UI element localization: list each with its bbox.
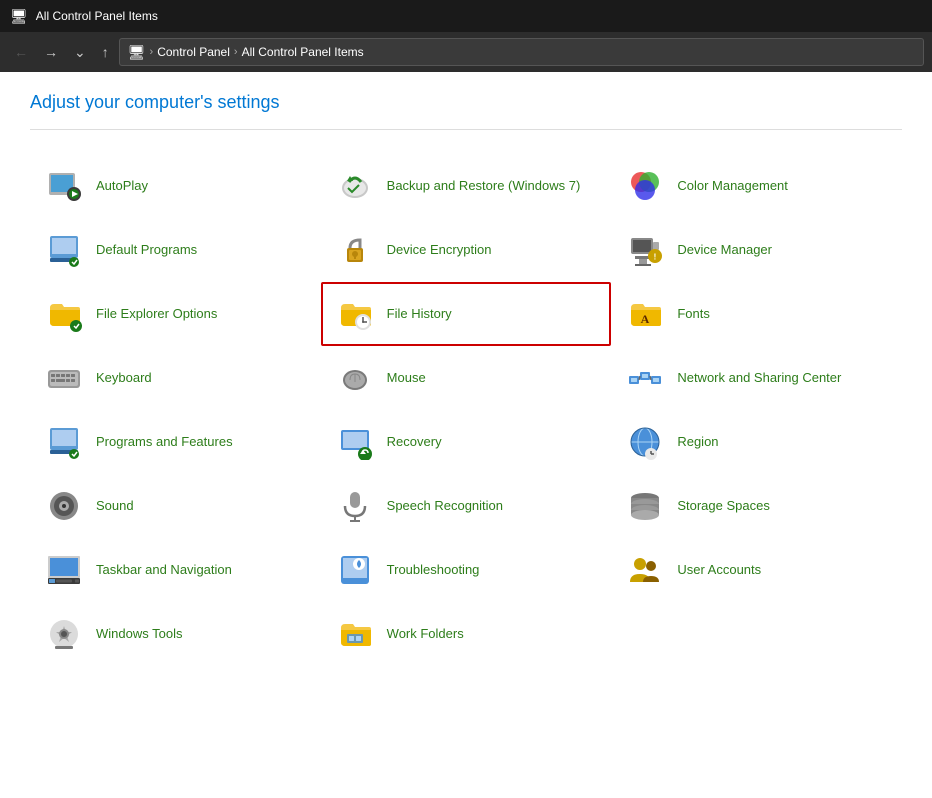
breadcrumb[interactable]: 🖥 › Control Panel › All Control Panel It… bbox=[119, 38, 924, 66]
device-encryption-label: Device Encryption bbox=[387, 242, 492, 259]
item-troubleshooting[interactable]: Troubleshooting bbox=[321, 538, 612, 602]
item-sound[interactable]: Sound bbox=[30, 474, 321, 538]
item-color-management[interactable]: Color Management bbox=[611, 154, 902, 218]
device-manager-label: Device Manager bbox=[677, 242, 772, 259]
work-folders-label: Work Folders bbox=[387, 626, 464, 643]
region-label: Region bbox=[677, 434, 718, 451]
recovery-label: Recovery bbox=[387, 434, 442, 451]
troubleshooting-label: Troubleshooting bbox=[387, 562, 480, 579]
taskbar-navigation-icon bbox=[44, 550, 84, 590]
network-sharing-label: Network and Sharing Center bbox=[677, 370, 841, 387]
mouse-icon bbox=[335, 358, 375, 398]
keyboard-icon bbox=[44, 358, 84, 398]
item-device-encryption[interactable]: Device Encryption bbox=[321, 218, 612, 282]
troubleshooting-icon bbox=[335, 550, 375, 590]
item-network-sharing[interactable]: Network and Sharing Center bbox=[611, 346, 902, 410]
breadcrumb-control-panel[interactable]: Control Panel bbox=[157, 45, 230, 59]
autoplay-label: AutoPlay bbox=[96, 178, 148, 195]
item-backup-restore[interactable]: Backup and Restore (Windows 7) bbox=[321, 154, 612, 218]
work-folders-icon bbox=[335, 614, 375, 654]
item-taskbar-navigation[interactable]: Taskbar and Navigation bbox=[30, 538, 321, 602]
item-autoplay[interactable]: AutoPlay bbox=[30, 154, 321, 218]
recovery-icon bbox=[335, 422, 375, 462]
item-windows-tools[interactable]: Windows Tools bbox=[30, 602, 321, 666]
file-explorer-options-icon bbox=[44, 294, 84, 334]
autoplay-icon bbox=[44, 166, 84, 206]
speech-recognition-icon bbox=[335, 486, 375, 526]
divider bbox=[30, 129, 902, 130]
network-sharing-icon bbox=[625, 358, 665, 398]
default-programs-icon bbox=[44, 230, 84, 270]
file-history-icon bbox=[335, 294, 375, 334]
item-region[interactable]: Region bbox=[611, 410, 902, 474]
item-mouse[interactable]: Mouse bbox=[321, 346, 612, 410]
windows-tools-icon bbox=[44, 614, 84, 654]
up-button[interactable]: ↑ bbox=[96, 40, 115, 64]
item-recovery[interactable]: Recovery bbox=[321, 410, 612, 474]
windows-tools-label: Windows Tools bbox=[96, 626, 182, 643]
breadcrumb-icon: 🖥 bbox=[128, 44, 146, 61]
sound-icon bbox=[44, 486, 84, 526]
sound-label: Sound bbox=[96, 498, 134, 515]
title-bar-title: All Control Panel Items bbox=[36, 9, 158, 23]
back-button[interactable]: ← bbox=[8, 40, 34, 64]
item-fonts[interactable]: A Fonts bbox=[611, 282, 902, 346]
main-content: Adjust your computer's settings AutoPlay bbox=[0, 72, 932, 686]
speech-recognition-label: Speech Recognition bbox=[387, 498, 503, 515]
file-history-label: File History bbox=[387, 306, 452, 323]
device-encryption-icon bbox=[335, 230, 375, 270]
mouse-label: Mouse bbox=[387, 370, 426, 387]
item-user-accounts[interactable]: User Accounts bbox=[611, 538, 902, 602]
user-accounts-icon bbox=[625, 550, 665, 590]
device-manager-icon: ! bbox=[625, 230, 665, 270]
default-programs-label: Default Programs bbox=[96, 242, 197, 259]
item-programs-features[interactable]: Programs and Features bbox=[30, 410, 321, 474]
backup-restore-icon bbox=[335, 166, 375, 206]
backup-restore-label: Backup and Restore (Windows 7) bbox=[387, 178, 581, 195]
programs-features-label: Programs and Features bbox=[96, 434, 233, 451]
file-explorer-options-label: File Explorer Options bbox=[96, 306, 217, 323]
forward-button[interactable]: → bbox=[38, 40, 64, 64]
color-management-label: Color Management bbox=[677, 178, 788, 195]
storage-spaces-icon bbox=[625, 486, 665, 526]
color-management-icon bbox=[625, 166, 665, 206]
fonts-label: Fonts bbox=[677, 306, 710, 323]
keyboard-label: Keyboard bbox=[96, 370, 152, 387]
item-file-explorer-options[interactable]: File Explorer Options bbox=[30, 282, 321, 346]
svg-text:!: ! bbox=[654, 253, 657, 262]
item-speech-recognition[interactable]: Speech Recognition bbox=[321, 474, 612, 538]
fonts-icon: A bbox=[625, 294, 665, 334]
item-storage-spaces[interactable]: Storage Spaces bbox=[611, 474, 902, 538]
programs-features-icon bbox=[44, 422, 84, 462]
taskbar-navigation-label: Taskbar and Navigation bbox=[96, 562, 232, 579]
region-icon bbox=[625, 422, 665, 462]
storage-spaces-label: Storage Spaces bbox=[677, 498, 770, 515]
svg-text:A: A bbox=[641, 312, 650, 326]
title-bar: 🖥 All Control Panel Items bbox=[0, 0, 932, 32]
item-device-manager[interactable]: ! Device Manager bbox=[611, 218, 902, 282]
page-title: Adjust your computer's settings bbox=[30, 92, 902, 113]
recent-button[interactable]: ⌄ bbox=[68, 40, 92, 65]
item-file-history[interactable]: File History bbox=[321, 282, 612, 346]
nav-bar: ← → ⌄ ↑ 🖥 › Control Panel › All Control … bbox=[0, 32, 932, 72]
items-grid: AutoPlay Backup and Restore (Windows 7) bbox=[30, 154, 902, 666]
title-bar-icon: 🖥 bbox=[10, 8, 28, 25]
breadcrumb-all-items[interactable]: All Control Panel Items bbox=[242, 45, 364, 59]
item-default-programs[interactable]: Default Programs bbox=[30, 218, 321, 282]
item-keyboard[interactable]: Keyboard bbox=[30, 346, 321, 410]
user-accounts-label: User Accounts bbox=[677, 562, 761, 579]
item-work-folders[interactable]: Work Folders bbox=[321, 602, 612, 666]
